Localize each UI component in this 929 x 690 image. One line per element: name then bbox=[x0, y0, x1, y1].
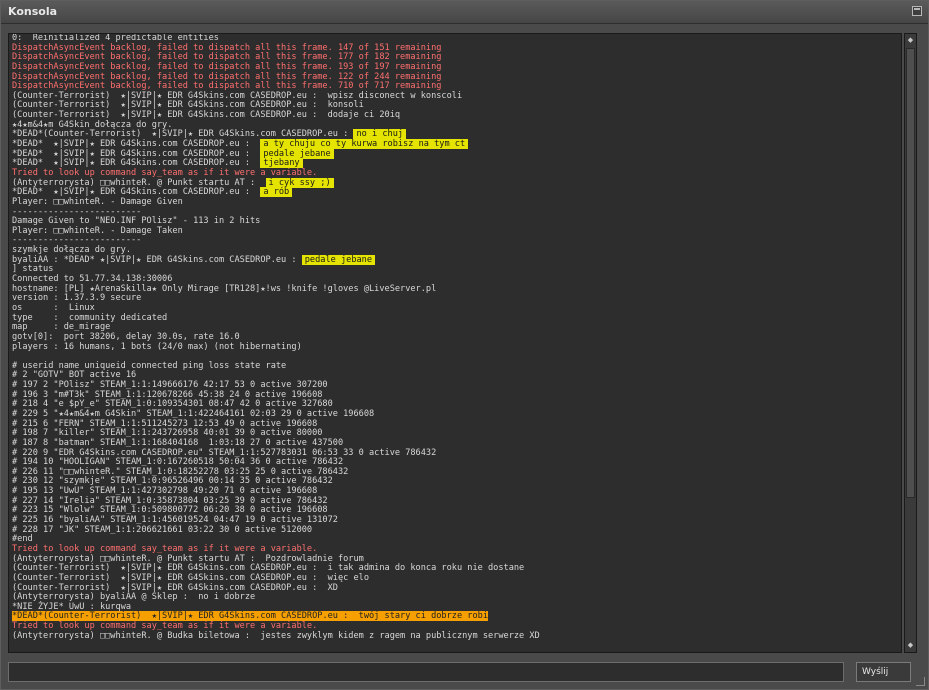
console-line-text: # 195 13 "UwU" STEAM_1:1:427302798 49:20… bbox=[12, 486, 318, 497]
console-line-text: # 220 9 "EDR G4Skins.com CASEDROP.eu" ST… bbox=[12, 447, 437, 458]
console-line-text: # 228 17 "JK" STEAM_1:1:206621661 03:22 … bbox=[12, 524, 313, 535]
console-line-text: # 187 8 "batman" STEAM_1:1:168404168 1:0… bbox=[12, 437, 344, 448]
console-line-text: ------------------------- bbox=[12, 206, 142, 217]
console-line-text: # 230 12 "szymkje" STEAM_1:0:96526496 00… bbox=[12, 476, 333, 487]
console-line-text: ------------------------- bbox=[12, 235, 142, 246]
console-line-text: # 197 2 "POlisz" STEAM_1:1:149666176 42:… bbox=[12, 380, 328, 391]
console-line-text: byaliAA : *DEAD* ★|SVIP|★ EDR G4Skins.co… bbox=[12, 254, 302, 265]
highlighted-message: a ty chuju co ty kurwa robisz na tym ct bbox=[260, 139, 469, 150]
console-line-text: type : community dedicated bbox=[12, 312, 168, 323]
console-line: (Antyterrorysta) byaliAA @ Sklep : no i … bbox=[12, 592, 899, 603]
console-line: Player: □□whinteR. - Damage Taken bbox=[12, 225, 899, 237]
console-line-text: # userid name uniqueid connected ping lo… bbox=[12, 360, 287, 371]
console-line-text: Tried to look up command say_team as if … bbox=[12, 543, 318, 554]
highlighted-message: tjebany bbox=[260, 158, 303, 169]
console-line-text: # 194 10 "HOOLIGAN" STEAM_1:0:167260518 … bbox=[12, 457, 344, 468]
console-input[interactable] bbox=[8, 662, 844, 682]
resize-grip-icon[interactable] bbox=[916, 677, 925, 686]
console-line-text: (Counter-Terrorist) ★|SVIP|★ EDR G4Skins… bbox=[12, 563, 525, 574]
console-line-text: (Counter-Terrorist) ★|SVIP|★ EDR G4Skins… bbox=[12, 90, 463, 101]
title-bar[interactable]: Konsola bbox=[1, 1, 928, 24]
console-line: players : 16 humans, 1 bots (24/0 max) (… bbox=[12, 341, 899, 353]
console-line-text: (Counter-Terrorist) ★|SVIP|★ EDR G4Skins… bbox=[12, 110, 401, 121]
console-line-text: 0: Reinitialized 4 predictable entities bbox=[12, 33, 219, 43]
console-line-text: *DEAD*(Counter-Terrorist) ★|SVIP|★ EDR G… bbox=[12, 129, 354, 140]
scroll-down-icon[interactable]: ◆ bbox=[906, 641, 915, 650]
console-line-text: DispatchAsyncEvent backlog, failed to di… bbox=[12, 61, 442, 72]
window-title: Konsola bbox=[8, 5, 58, 18]
console-line-text: # 218 4 "e $pY_e" STEAM_1:0:109354301 08… bbox=[12, 399, 333, 410]
console-line-text: Tried to look up command say_team as if … bbox=[12, 621, 318, 632]
console-scrollbar[interactable]: ◆ ◆ bbox=[904, 33, 917, 653]
console-line-text: DispatchAsyncEvent backlog, failed to di… bbox=[12, 42, 442, 53]
console-line-text: # 229 5 "★4★m&4★m G4Skin" STEAM_1:1:4224… bbox=[12, 408, 375, 419]
console-line-text: (Counter-Terrorist) ★|SVIP|★ EDR G4Skins… bbox=[12, 572, 369, 583]
highlighted-message: pedale jebane bbox=[260, 148, 334, 159]
console-line-text: # 215 6 "FERN" STEAM_1:1:511245273 12:53… bbox=[12, 418, 318, 429]
console-line-text: Player: □□whinteR. - Damage Given bbox=[12, 196, 183, 207]
console-window: Konsola 0: Reinitialized 4 predictable e… bbox=[0, 0, 929, 690]
close-icon[interactable] bbox=[912, 6, 922, 16]
console-line-text: # 225 16 "byaliAA" STEAM_1:1:456019524 0… bbox=[12, 515, 338, 526]
console-line-text: Tried to look up command say_team as if … bbox=[12, 167, 318, 178]
console-line-text: Player: □□whinteR. - Damage Taken bbox=[12, 225, 183, 236]
console-line-text: *DEAD* ★|SVIP|★ EDR G4Skins.com CASEDROP… bbox=[12, 158, 261, 169]
console-line-text: (Counter-Terrorist) ★|SVIP|★ EDR G4Skins… bbox=[12, 100, 364, 111]
console-lines: 0: Reinitialized 4 predictable entities D… bbox=[12, 34, 899, 641]
highlighted-message: a rób bbox=[260, 187, 293, 198]
console-line-text: # 196 3 "m#T3k" STEAM_1:1:120678266 45:3… bbox=[12, 389, 323, 400]
console-line-text: DispatchAsyncEvent backlog, failed to di… bbox=[12, 71, 442, 82]
console-line-text: DispatchAsyncEvent backlog, failed to di… bbox=[12, 81, 442, 92]
console-line-text: *DEAD* ★|SVIP|★ EDR G4Skins.com CASEDROP… bbox=[12, 148, 261, 159]
console-line-text: Connected to 51.77.34.138:30006 bbox=[12, 274, 173, 285]
console-line: # 228 17 "JK" STEAM_1:1:206621661 03:22 … bbox=[12, 524, 899, 536]
console-line: # userid name uniqueid connected ping lo… bbox=[12, 360, 899, 372]
console-line-text: Damage Given to "NEO.INF POlisz" - 113 i… bbox=[12, 216, 261, 227]
console-line-text: #end bbox=[12, 534, 33, 545]
highlighted-line-text: *DEAD*(Counter-Terrorist) ★|SVIP|★ EDR G… bbox=[12, 611, 488, 622]
console-line-text: os : Linux bbox=[12, 302, 95, 313]
console-line-text: # 198 7 "killer" STEAM_1:1:243726958 40:… bbox=[12, 428, 323, 439]
console-line-text: # 223 15 "Wlolw" STEAM_1:0:509800772 06:… bbox=[12, 505, 328, 516]
console-line-text: (Counter-Terrorist) ★|SVIP|★ EDR G4Skins… bbox=[12, 582, 338, 593]
console-line: version : 1.37.3.9 secure bbox=[12, 293, 899, 304]
console-line: hostname: [PL] ★ArenaSkilla★ Only Mirage… bbox=[12, 283, 899, 295]
console-line-text: (Antyterrorysta) byaliAA @ Sklep : no i … bbox=[12, 592, 256, 603]
console-line-text: ★4★m&4★m G4Skin dołącza do gry. bbox=[12, 119, 173, 130]
console-line-text: szymkje dołącza do gry. bbox=[12, 245, 131, 256]
console-line: type : community dedicated bbox=[12, 312, 899, 324]
console-line-text: gotv[0]: port 38206, delay 30.0s, rate 1… bbox=[12, 331, 240, 342]
console-line: ------------------------- bbox=[12, 236, 899, 246]
console-line-text: ] status bbox=[12, 264, 54, 275]
send-button[interactable]: Wyślij bbox=[856, 662, 911, 682]
console-line-text: version : 1.37.3.9 secure bbox=[12, 293, 142, 304]
console-line-text: # 227 14 "Irelia" STEAM_1:0:35873804 03:… bbox=[12, 495, 328, 506]
console-line: byaliAA : *DEAD* ★|SVIP|★ EDR G4Skins.co… bbox=[12, 254, 899, 266]
scroll-up-icon[interactable]: ◆ bbox=[906, 36, 915, 45]
console-line-text: DispatchAsyncEvent backlog, failed to di… bbox=[12, 52, 442, 63]
console-line-text: (Antyterrorysta) □□whinteR. @ Budka bile… bbox=[12, 630, 540, 641]
console-line-text: # 226 11 "□□whinteR." STEAM_1:0:18252278… bbox=[12, 466, 349, 477]
console-line-text: *DEAD* ★|SVIP|★ EDR G4Skins.com CASEDROP… bbox=[12, 187, 261, 198]
console-line: (Antyterrorysta) □□whinteR. @ Budka bile… bbox=[12, 630, 899, 642]
console-line-text: map : de_mirage bbox=[12, 322, 111, 333]
console-line-text: (Antyterrorysta) □□whinteR. @ Punkt star… bbox=[12, 553, 364, 564]
highlighted-message: no i chuj bbox=[353, 129, 407, 140]
console-line-text: players : 16 humans, 1 bots (24/0 max) (… bbox=[12, 341, 302, 352]
scrollbar-thumb[interactable] bbox=[906, 48, 915, 498]
console-line-text: hostname: [PL] ★ArenaSkilla★ Only Mirage… bbox=[12, 283, 437, 294]
highlighted-message: pedale jebane bbox=[301, 254, 376, 265]
console-line-text: *DEAD* ★|SVIP|★ EDR G4Skins.com CASEDROP… bbox=[12, 139, 261, 150]
console-line-text: # 2 "GOTV" BOT active 16 bbox=[12, 370, 137, 381]
console-output[interactable]: 0: Reinitialized 4 predictable entities D… bbox=[8, 33, 902, 653]
console-line: Player: □□whinteR. - Damage Given bbox=[12, 196, 899, 208]
